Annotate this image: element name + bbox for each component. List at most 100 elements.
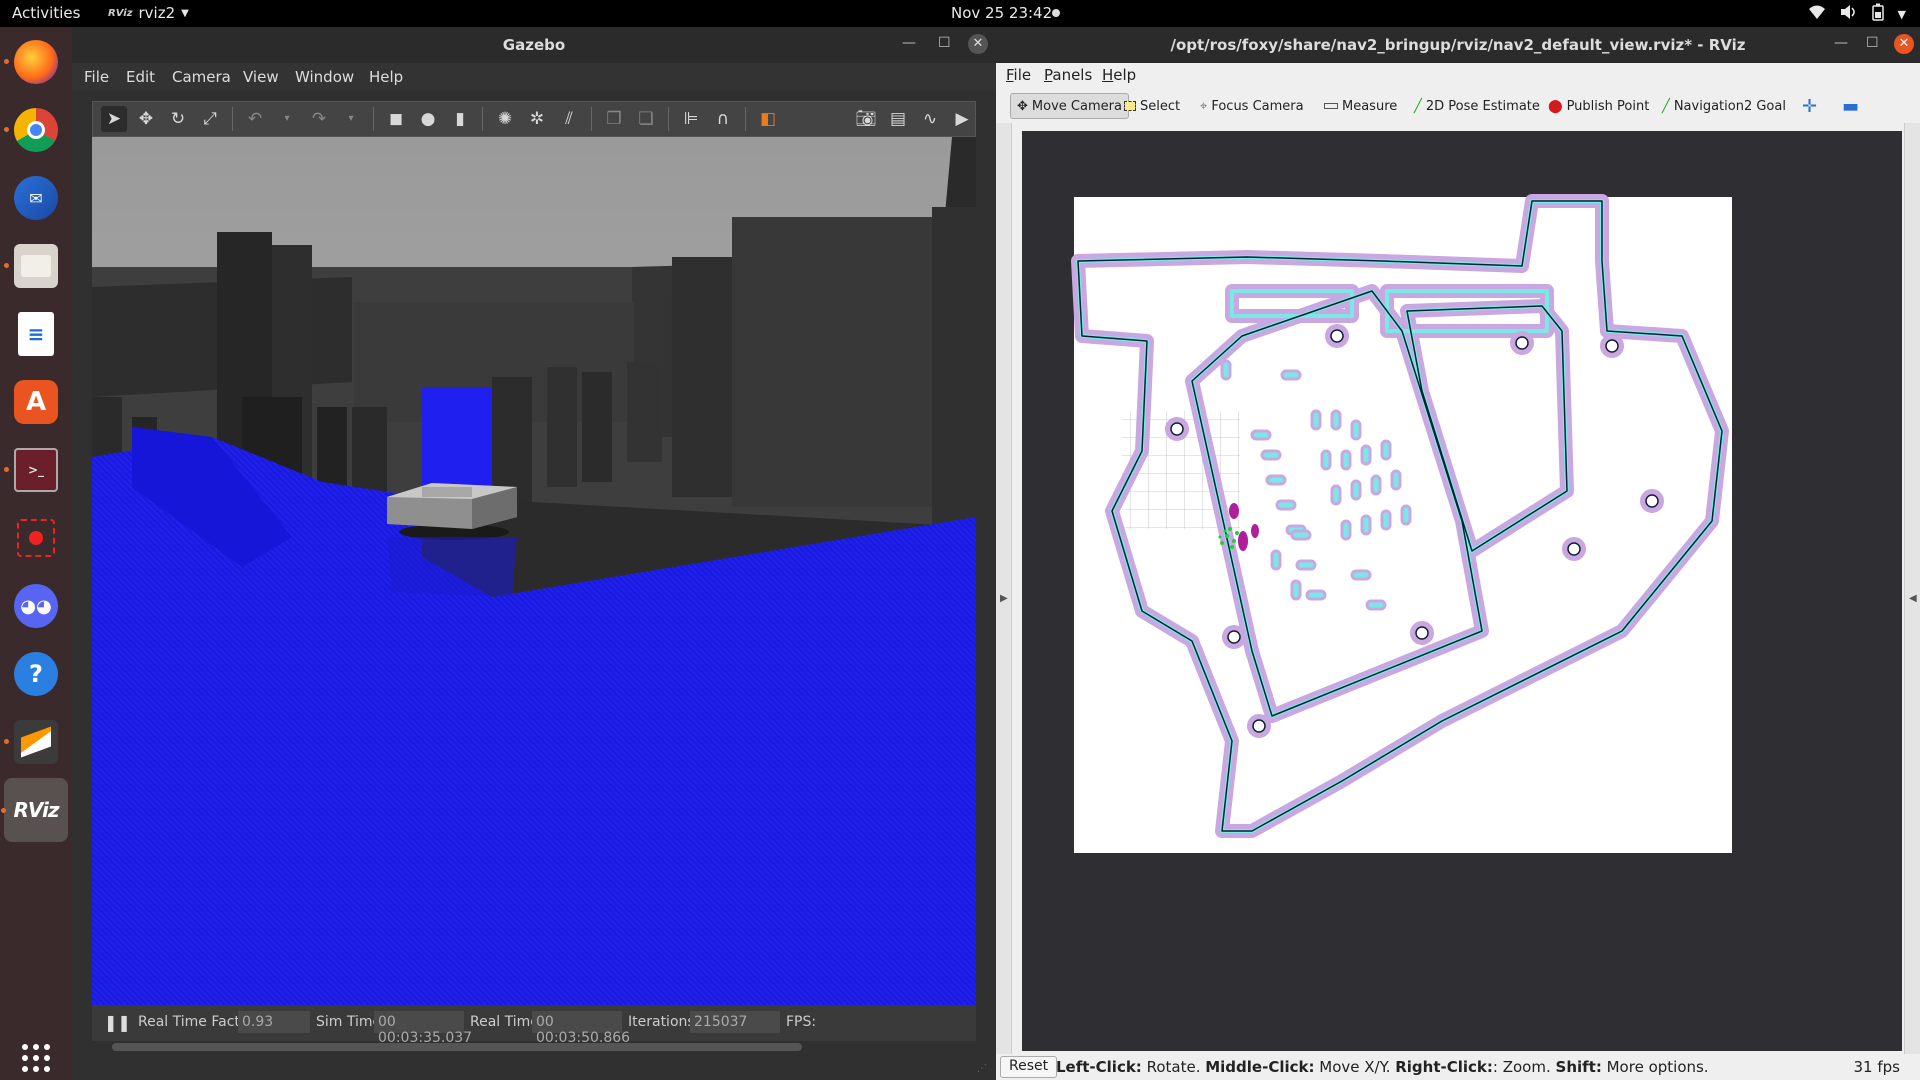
dock-terminal[interactable]: >_ [4,444,62,496]
close-icon[interactable]: ✕ [968,34,988,54]
menu-panels[interactable]: Panels [1044,66,1092,84]
remove-tool-icon[interactable]: ▬ [1836,93,1865,119]
minimize-icon[interactable]: — [1834,35,1848,51]
box-shape-icon[interactable]: ◼ [383,106,409,132]
undo-dropdown-icon[interactable]: ▾ [274,106,300,132]
dock-thunderbird[interactable]: ✉ [10,172,62,224]
fps-counter: 31 fps [1853,1058,1900,1076]
right-dock-collapsed[interactable]: ◀ [1904,123,1920,1061]
spot-light-icon[interactable]: ✲ [524,106,550,132]
hint-left-key: Left-Click: [1056,1058,1142,1076]
paste-icon[interactable]: ❏ [633,106,659,132]
chevron-down-icon: ▼ [181,7,189,19]
menu-help[interactable]: Help [369,68,403,86]
tool-focus-camera[interactable]: ⌖ Focus Camera [1194,93,1310,119]
dock-software[interactable]: A [10,376,62,428]
dock-discord[interactable]: ◕◕ [10,580,62,632]
plot-icon[interactable]: ∿ [917,106,943,132]
menu-help[interactable]: Help [1102,66,1136,84]
focus-camera-icon: ⌖ [1200,98,1208,114]
redo-icon[interactable]: ↷ [306,106,332,132]
maximize-icon[interactable]: ☐ [1866,35,1879,51]
wifi-icon[interactable] [1808,4,1826,24]
menu-view[interactable]: View [243,68,279,86]
dock-files[interactable] [4,240,62,292]
menu-file[interactable]: File [84,68,109,86]
maximize-icon[interactable]: ☐ [938,35,951,51]
running-indicator [4,59,9,64]
change-view-icon[interactable]: ◧ [755,106,781,132]
gazebo-titlebar[interactable]: Gazebo [72,27,996,63]
app-menu[interactable]: RViz rviz2 ▼ [108,4,189,22]
battery-icon[interactable] [1871,3,1884,25]
scale-icon[interactable]: ⤢ [197,106,223,132]
sphere-shape-icon[interactable]: ● [415,106,441,132]
tool-measure[interactable]: Measure [1318,93,1403,119]
dock-sublime[interactable] [4,716,62,768]
dock-writer[interactable]: ≡ [10,308,62,360]
horizontal-scrollbar[interactable] [112,1043,802,1051]
chrome-icon [14,108,58,152]
reset-button[interactable]: Reset [1000,1056,1058,1078]
screenshot-icon[interactable]: 📷︎ [853,106,879,132]
menu-file[interactable]: File [1006,66,1031,84]
dock-rviz[interactable]: RViz [1,778,68,842]
running-indicator [4,739,9,744]
pause-icon[interactable]: ❚❚ [104,1013,131,1032]
dock-show-apps[interactable] [10,1032,62,1080]
tool-label: Select [1140,98,1181,114]
terminal-icon: >_ [14,448,58,492]
dock-firefox[interactable] [4,36,62,88]
tool-label: Measure [1342,98,1398,114]
cylinder-shape-icon[interactable]: ▮ [447,106,473,132]
running-indicator [1,808,6,813]
menu-edit[interactable]: Edit [126,68,155,86]
rotate-icon[interactable]: ↻ [165,106,191,132]
tool-move-camera[interactable]: ✥ Move Camera [1010,93,1129,119]
running-indicator [4,467,9,472]
left-dock-collapsed[interactable]: ▶ [996,123,1012,1061]
tool-2d-pose-estimate[interactable]: ╱ 2D Pose Estimate [1408,93,1546,119]
resize-grip-icon[interactable]: ⋰ [977,1063,987,1074]
align-icon[interactable]: ⊫ [678,106,704,132]
rviz-3d-view[interactable] [1022,131,1902,1051]
dock-recorder[interactable] [10,512,62,564]
video-record-icon[interactable]: ▶ [949,106,975,132]
tool-publish-point[interactable]: ⬤ Publish Point [1542,93,1655,119]
gazebo-statusbar: ❚❚ Real Time Factor: 0.93 Sim Time: 00 0… [92,1005,976,1046]
activities-button[interactable]: Activities [12,4,80,22]
point-light-icon[interactable]: ✺ [492,106,518,132]
expand-left-icon[interactable]: ▶ [1000,593,1008,604]
gazebo-toolbar: ➤ ✥ ↻ ⤢ ↶ ▾ ↷ ▾ ◼ ● ▮ ✺ ✲ ⫽ ❐ ❏ ⊫ ∩ ◧ 📷︎… [92,101,976,137]
dock-help[interactable]: ? [10,648,62,700]
menu-window[interactable]: Window [295,68,354,86]
redo-dropdown-icon[interactable]: ▾ [338,106,364,132]
tool-navigation2-goal[interactable]: ╱ Navigation2 Goal [1656,93,1792,119]
log-icon[interactable]: ▤ [885,106,911,132]
undo-icon[interactable]: ↶ [242,106,268,132]
tool-select[interactable]: Select [1118,93,1186,119]
dock-chrome[interactable] [4,104,62,156]
select-arrow-icon[interactable]: ➤ [101,106,127,132]
add-tool-icon[interactable]: ✛ [1796,93,1823,119]
gazebo-window: Gazebo — ☐ ✕ File Edit Camera View Windo… [72,27,996,1080]
rviz-statusbar: Reset Left-Click: Rotate. Middle-Click: … [996,1054,1920,1080]
rviz-titlebar[interactable]: /opt/ros/foxy/share/nav2_bringup/rviz/na… [996,27,1920,63]
snap-icon[interactable]: ∩ [710,106,736,132]
power-menu-chevron-icon[interactable]: ▼ [1898,8,1906,21]
menu-camera[interactable]: Camera [172,68,231,86]
gazebo-menubar: File Edit Camera View Window Help [72,63,996,91]
system-tray[interactable]: ▼ [1808,3,1906,25]
clock[interactable]: Nov 25 23:42 [951,4,1052,22]
rviz-menubar: File Panels Help [996,63,1920,89]
directional-light-icon[interactable]: ⫽ [556,106,582,132]
minimize-icon[interactable]: — [902,35,916,51]
translate-icon[interactable]: ✥ [133,106,159,132]
apps-grid-icon [14,1036,58,1080]
firefox-icon [14,40,58,84]
expand-right-icon[interactable]: ◀ [1909,593,1917,604]
volume-icon[interactable] [1840,4,1858,24]
close-icon[interactable]: ✕ [1894,34,1914,54]
copy-icon[interactable]: ❐ [601,106,627,132]
gazebo-3d-viewport[interactable] [92,137,976,1005]
